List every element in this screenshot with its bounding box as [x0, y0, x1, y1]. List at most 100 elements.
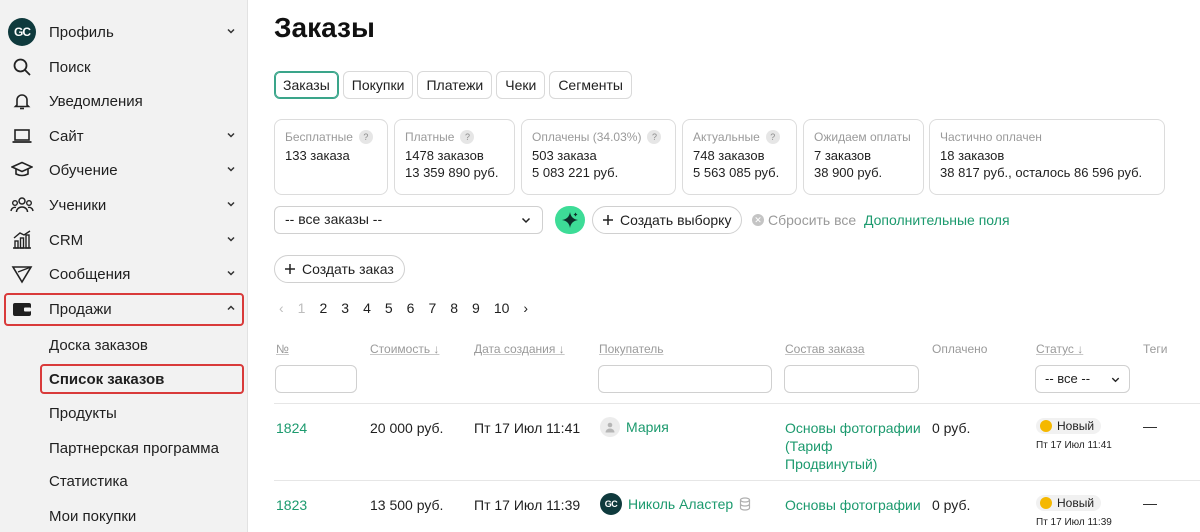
page-10[interactable]: 10: [494, 300, 510, 316]
page-3[interactable]: 3: [341, 300, 349, 316]
stat-amount: 38 817 руб., осталось 86 596 руб.: [940, 165, 1143, 180]
stat-value: 748 заказов: [693, 148, 765, 163]
status-filter-select[interactable]: -- все --: [1035, 365, 1130, 393]
ai-sparkle-button[interactable]: [555, 206, 585, 234]
column-header-tags: Теги: [1143, 342, 1168, 356]
users-icon: [8, 193, 36, 217]
help-icon[interactable]: ?: [765, 130, 780, 144]
tab-payments[interactable]: Платежи: [417, 71, 493, 99]
create-order-label: Создать заказ: [302, 261, 394, 277]
stat-card-free[interactable]: Бесплатные? 133 заказа: [274, 119, 388, 195]
chevron-right-icon[interactable]: ›: [523, 300, 528, 316]
number-filter-input[interactable]: [275, 365, 357, 393]
close-icon: ✕: [752, 214, 764, 226]
sidebar-item-label: CRM: [49, 231, 84, 249]
order-number-link[interactable]: 1823: [276, 497, 307, 513]
status-dot-icon: [1040, 420, 1052, 432]
column-header-created[interactable]: Дата создания ↓: [474, 342, 565, 356]
stat-amount: 5 563 085 руб.: [693, 165, 780, 180]
help-icon[interactable]: ?: [647, 130, 662, 144]
page-1[interactable]: 1: [298, 300, 306, 316]
composition-filter-input[interactable]: [784, 365, 919, 393]
column-header-number[interactable]: №: [276, 342, 289, 356]
page-7[interactable]: 7: [428, 300, 436, 316]
laptop-icon: [8, 124, 36, 148]
stat-caption: Актуальные: [693, 130, 760, 144]
chevron-left-icon[interactable]: ‹: [279, 300, 284, 316]
tab-receipts[interactable]: Чеки: [496, 71, 546, 99]
column-header-cost[interactable]: Стоимость ↓: [370, 342, 439, 356]
stat-card-paid-off[interactable]: Оплачены (34.03%)? 503 заказа 5 083 221 …: [521, 119, 676, 195]
orders-filter-value: -- все заказы --: [285, 211, 383, 227]
buyer-name: Мария: [626, 419, 669, 435]
order-status: Новый Пт 17 Июл 11:41: [1036, 418, 1112, 451]
sidebar-item-messages[interactable]: Сообщения: [0, 257, 248, 291]
page-9[interactable]: 9: [472, 300, 480, 316]
tabs: Заказы Покупки Платежи Чеки Сегменты: [274, 71, 632, 99]
stat-card-awaiting[interactable]: Ожидаем оплаты 7 заказов 38 900 руб.: [803, 119, 924, 195]
page-8[interactable]: 8: [450, 300, 458, 316]
buyer-link[interactable]: Мария: [600, 417, 669, 437]
order-cost: 20 000 руб.: [370, 420, 444, 436]
order-product-link[interactable]: Основы фотографии (Тариф Продвинутый): [785, 419, 925, 473]
sidebar-item-students[interactable]: Ученики: [0, 188, 248, 222]
status-timestamp: Пт 17 Июл 11:41: [1036, 440, 1112, 451]
extra-fields-link[interactable]: Дополнительные поля: [864, 212, 1010, 228]
help-icon[interactable]: ?: [358, 130, 373, 144]
orders-list-highlight-frame: [40, 364, 244, 394]
stat-card-paid[interactable]: Платные? 1478 заказов 13 359 890 руб.: [394, 119, 515, 195]
order-created: Пт 17 Июл 11:39: [474, 497, 581, 513]
sidebar: GC Профиль Поиск Уведомления Сайт Обучен…: [0, 0, 248, 532]
chevron-down-icon: [227, 270, 235, 276]
stat-caption: Платные: [405, 130, 455, 144]
chevron-down-icon: [1111, 377, 1120, 383]
order-tags: —: [1143, 418, 1157, 434]
column-header-status[interactable]: Статус ↓: [1036, 342, 1083, 356]
pagination: ‹ 1 2 3 4 5 6 7 8 9 10 ›: [279, 300, 542, 316]
help-icon[interactable]: ?: [460, 130, 475, 144]
sidebar-item-profile[interactable]: GC Профиль: [0, 15, 248, 49]
page-5[interactable]: 5: [385, 300, 393, 316]
status-badge: Новый: [1036, 418, 1102, 434]
row-divider: [274, 480, 1200, 481]
sidebar-item-learning[interactable]: Обучение: [0, 153, 248, 187]
sidebar-item-search[interactable]: Поиск: [0, 50, 248, 84]
page-6[interactable]: 6: [407, 300, 415, 316]
stat-card-actual[interactable]: Актуальные? 748 заказов 5 563 085 руб.: [682, 119, 797, 195]
orders-filter-select[interactable]: -- все заказы --: [274, 206, 543, 234]
sidebar-item-label: Ученики: [49, 196, 107, 214]
sales-highlight-frame: [4, 293, 244, 326]
order-created: Пт 17 Июл 11:41: [474, 420, 581, 436]
order-number-link[interactable]: 1824: [276, 420, 307, 436]
sidebar-item-crm[interactable]: CRM: [0, 223, 248, 257]
chevron-down-icon: [227, 166, 235, 172]
status-label: Новый: [1057, 496, 1095, 510]
submenu-item-orders-board[interactable]: Доска заказов: [49, 337, 148, 354]
tab-segments[interactable]: Сегменты: [549, 71, 632, 99]
tab-purchases[interactable]: Покупки: [342, 71, 414, 99]
sidebar-item-notifications[interactable]: Уведомления: [0, 84, 248, 118]
order-cost: 13 500 руб.: [370, 497, 444, 513]
buyer-link[interactable]: GC Николь Аластер: [600, 493, 751, 515]
plus-icon: [603, 215, 613, 225]
stat-card-partial[interactable]: Частично оплачен 18 заказов 38 817 руб.,…: [929, 119, 1165, 195]
tab-orders[interactable]: Заказы: [274, 71, 339, 99]
order-product-link[interactable]: Основы фотографии: [785, 496, 925, 514]
create-selection-button[interactable]: Создать выборку: [592, 206, 743, 234]
submenu-item-products[interactable]: Продукты: [49, 405, 117, 422]
sidebar-item-site[interactable]: Сайт: [0, 119, 248, 153]
buyer-filter-input[interactable]: [598, 365, 772, 393]
reset-all-button[interactable]: ✕ Сбросить все: [752, 212, 856, 228]
column-header-buyer[interactable]: Покупатель: [599, 342, 663, 356]
submenu-item-my-purchases[interactable]: Мои покупки: [49, 508, 136, 525]
page-2[interactable]: 2: [319, 300, 327, 316]
sidebar-item-label: Обучение: [49, 161, 118, 179]
column-header-composition[interactable]: Состав заказа: [785, 342, 865, 356]
create-order-button[interactable]: Создать заказ: [274, 255, 405, 283]
stat-amount: 5 083 221 руб.: [532, 165, 619, 180]
stat-caption: Частично оплачен: [940, 130, 1042, 144]
page-4[interactable]: 4: [363, 300, 371, 316]
status-timestamp: Пт 17 Июл 11:39: [1036, 517, 1112, 528]
submenu-item-partner-program[interactable]: Партнерская программа: [49, 440, 219, 457]
submenu-item-statistics[interactable]: Статистика: [49, 473, 128, 490]
